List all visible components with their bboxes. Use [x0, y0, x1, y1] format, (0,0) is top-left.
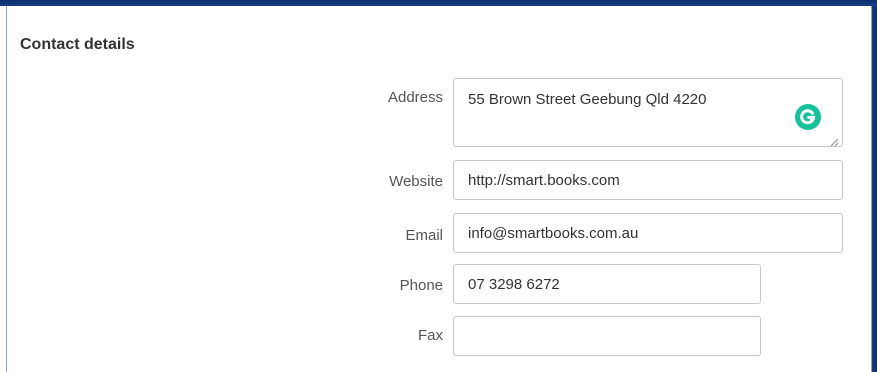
fax-field[interactable]: [453, 316, 761, 356]
section-title: Contact details: [20, 36, 135, 53]
email-field[interactable]: [453, 213, 843, 253]
phone-label: Phone: [399, 277, 443, 294]
address-label: Address: [387, 89, 443, 106]
website-field[interactable]: [453, 160, 843, 200]
window-top-border: [0, 0, 877, 6]
resize-grip-icon[interactable]: [829, 134, 839, 147]
address-field[interactable]: 55 Brown Street Geebung Qld 4220: [453, 78, 843, 147]
phone-field[interactable]: [453, 264, 761, 304]
email-label: Email: [405, 227, 443, 244]
panel-left-border: [6, 6, 7, 372]
grammarly-icon[interactable]: [795, 104, 821, 130]
window-right-border: [871, 6, 877, 372]
website-label: Website: [389, 173, 443, 190]
fax-label: Fax: [417, 327, 443, 344]
